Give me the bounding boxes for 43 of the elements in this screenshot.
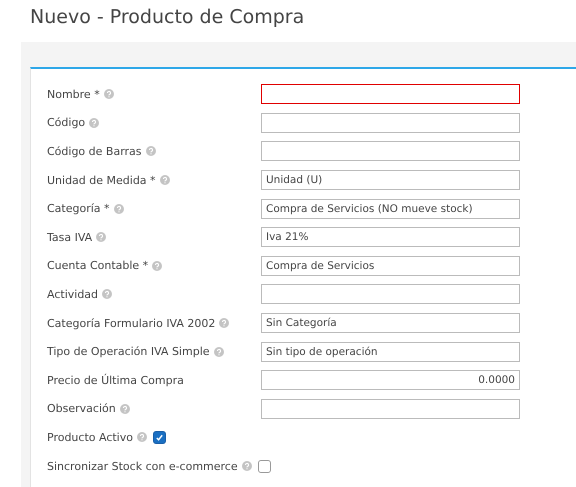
- field-label: Categoría *: [47, 202, 110, 216]
- help-icon[interactable]: [146, 146, 156, 156]
- page-title: Nuevo - Producto de Compra: [29, 5, 306, 30]
- help-icon[interactable]: [102, 289, 112, 300]
- field-label: Código de Barras: [47, 144, 142, 158]
- check-icon: [154, 432, 164, 442]
- field-label: Actividad: [47, 288, 98, 301]
- field-label: Precio de Última Compra: [47, 374, 184, 387]
- select-field[interactable]: [261, 284, 520, 304]
- input-field[interactable]: [261, 84, 520, 104]
- help-icon[interactable]: [214, 346, 224, 357]
- field-label: Tipo de Operación IVA Simple: [47, 345, 210, 358]
- field-label: Observación: [47, 402, 116, 416]
- field-label: Cuenta Contable *: [47, 259, 148, 272]
- input-field[interactable]: 0.0000: [261, 370, 520, 390]
- field-label: Producto Activo: [47, 430, 133, 444]
- help-icon[interactable]: [104, 89, 114, 100]
- input-field[interactable]: [261, 141, 520, 162]
- help-icon[interactable]: [219, 318, 230, 328]
- help-icon[interactable]: [114, 204, 124, 214]
- field-label: Nombre *: [47, 88, 100, 101]
- select-field[interactable]: Compra de Servicios: [261, 256, 520, 276]
- input-field[interactable]: [261, 398, 520, 419]
- input-field[interactable]: [261, 112, 520, 133]
- field-label: Unidad de Medida *: [47, 174, 156, 187]
- select-field[interactable]: Sin tipo de operación: [261, 342, 520, 362]
- help-icon[interactable]: [160, 175, 170, 186]
- help-icon[interactable]: [96, 232, 106, 242]
- select-field[interactable]: Iva 21%: [261, 227, 520, 248]
- help-icon[interactable]: [152, 260, 162, 271]
- help-icon[interactable]: [136, 432, 147, 442]
- field-label: Sincronizar Stock con e-commerce: [47, 460, 238, 473]
- help-icon[interactable]: [120, 404, 130, 414]
- select-field[interactable]: Unidad (U): [261, 170, 520, 190]
- field-label: Código: [47, 116, 86, 130]
- select-field[interactable]: Sin Categoría: [261, 313, 520, 334]
- checkbox[interactable]: [152, 430, 166, 444]
- select-field[interactable]: Compra de Servicios (NO mueve stock): [261, 198, 520, 219]
- field-label: Categoría Formulario IVA 2002: [47, 316, 216, 330]
- help-icon[interactable]: [89, 118, 100, 128]
- field-label: Tasa IVA: [47, 230, 92, 244]
- checkbox[interactable]: [258, 460, 271, 473]
- help-icon[interactable]: [242, 461, 252, 472]
